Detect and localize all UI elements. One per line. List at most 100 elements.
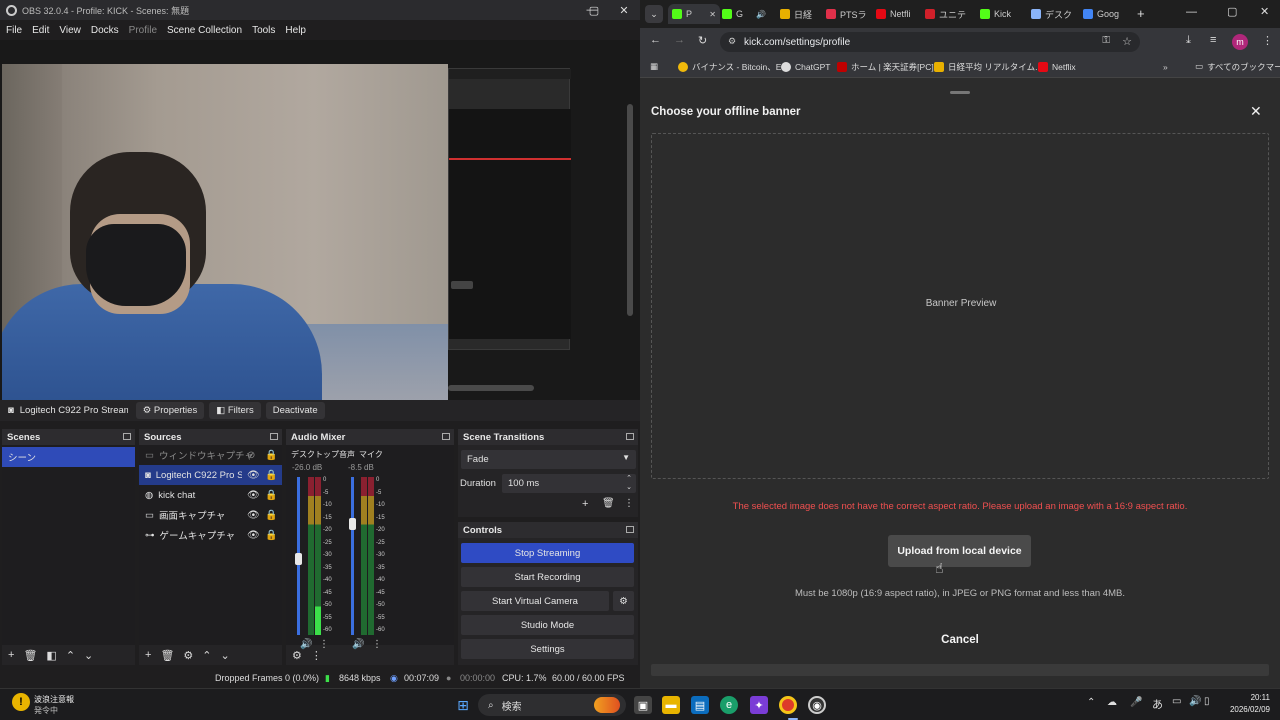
menu-scene-collection[interactable]: Scene Collection: [167, 25, 242, 36]
taskbar-search[interactable]: ⌕ 検索: [478, 694, 626, 716]
bookmark-binance[interactable]: バイナンス - Bitcoin、E...: [678, 61, 788, 73]
apps-grid-icon[interactable]: ▦: [650, 61, 658, 72]
preview-vscrollbar[interactable]: [627, 104, 633, 316]
trash-icon[interactable]: 🗑: [160, 649, 174, 662]
task-view-icon[interactable]: ▣: [634, 696, 652, 714]
eye-icon[interactable]: 👁: [247, 510, 260, 521]
eye-icon[interactable]: 👁: [247, 470, 260, 481]
weather-title[interactable]: 波浪注意報: [34, 694, 74, 705]
browser-tab[interactable]: 日経: [780, 4, 828, 24]
download-icon[interactable]: ⤓: [1186, 34, 1191, 47]
trash-icon[interactable]: 🗑: [602, 498, 615, 509]
new-tab-icon[interactable]: +: [1137, 6, 1145, 21]
kebab-menu-icon[interactable]: ⋮: [1262, 34, 1273, 47]
move-up-icon[interactable]: ⌃: [202, 649, 211, 662]
source-item[interactable]: ▭ ウィンドウキャプチャ ⊘ 🔒: [139, 445, 282, 465]
undock-icon[interactable]: [626, 433, 634, 440]
stepper-icon[interactable]: ⌃ ⌄: [626, 474, 632, 492]
lock-icon[interactable]: 🔒: [265, 470, 277, 481]
media-control-icon[interactable]: ≡: [1210, 34, 1216, 46]
more-bookmarks-icon[interactable]: »: [1163, 62, 1168, 72]
lock-icon[interactable]: 🔒: [265, 450, 277, 461]
eye-icon[interactable]: 👁: [247, 530, 260, 541]
chevron-up-icon[interactable]: ⌃: [1087, 697, 1095, 708]
menu-tools[interactable]: Tools: [252, 25, 275, 36]
gear-icon[interactable]: ⚙: [183, 649, 193, 662]
volume-icon[interactable]: 🔊: [1189, 696, 1201, 707]
undock-icon[interactable]: [442, 433, 450, 440]
battery-icon[interactable]: ▯: [1204, 696, 1210, 707]
mic-volume-slider[interactable]: [351, 477, 354, 635]
all-bookmarks[interactable]: ▭すべてのブックマーク: [1195, 61, 1280, 73]
browser-tab[interactable]: デスク: [1031, 4, 1079, 24]
kebab-menu-icon[interactable]: ⋮: [624, 498, 634, 509]
browser-tab[interactable]: ユニテ: [925, 4, 973, 24]
obs-icon[interactable]: ◉: [808, 696, 826, 714]
browser-tab[interactable]: Kick: [980, 4, 1028, 24]
tab-audio-icon[interactable]: 🔊: [756, 10, 766, 19]
source-item[interactable]: ◙Logitech C922 Pro Stre👁🔒: [139, 465, 282, 485]
close-icon[interactable]: ✕: [1250, 103, 1262, 120]
browser-tab[interactable]: Goog: [1083, 4, 1131, 24]
add-icon[interactable]: +: [145, 649, 151, 661]
menu-edit[interactable]: Edit: [32, 25, 49, 36]
edge-icon[interactable]: e: [720, 696, 738, 714]
mic-volume-knob[interactable]: [349, 518, 356, 530]
eye-icon[interactable]: 👁: [247, 490, 260, 501]
settings-button[interactable]: Settings: [461, 639, 634, 659]
tab-search-icon[interactable]: ⌄: [645, 5, 663, 23]
upload-button[interactable]: Upload from local device: [888, 535, 1031, 567]
banner-dropzone[interactable]: Banner Preview: [651, 133, 1269, 479]
transition-select[interactable]: Fade ▼: [461, 450, 636, 469]
scene-item[interactable]: シーン: [2, 447, 135, 467]
password-key-icon[interactable]: ⚿: [1102, 35, 1110, 46]
start-recording-button[interactable]: Start Recording: [461, 567, 634, 587]
kebab-menu-icon[interactable]: ⋮: [311, 649, 322, 662]
stop-streaming-button[interactable]: Stop Streaming: [461, 543, 634, 563]
source-item[interactable]: ◍ kick chat 👁 🔒: [139, 485, 282, 505]
lock-icon[interactable]: 🔒: [265, 490, 277, 501]
chrome-icon[interactable]: [779, 696, 797, 714]
windows-start-icon[interactable]: ⊞: [454, 696, 472, 714]
maximize-icon[interactable]: ▢: [1227, 5, 1237, 18]
bookmark-chatgpt[interactable]: ChatGPT: [781, 61, 830, 72]
weather-warning-icon[interactable]: !: [12, 693, 30, 711]
studio-mode-button[interactable]: Studio Mode: [461, 615, 634, 635]
lock-icon[interactable]: 🔒: [265, 510, 277, 521]
copilot-icon[interactable]: ✦: [750, 696, 768, 714]
drag-handle[interactable]: [950, 91, 970, 94]
undock-icon[interactable]: [270, 433, 278, 440]
start-virtual-camera-button[interactable]: Start Virtual Camera: [461, 591, 609, 611]
move-down-icon[interactable]: ⌄: [84, 649, 93, 662]
clock-date[interactable]: 2026/02/09: [1222, 705, 1270, 714]
duration-input[interactable]: 100 ms ⌃ ⌄: [502, 474, 636, 493]
menu-docks[interactable]: Docks: [91, 25, 119, 36]
profile-avatar[interactable]: m: [1232, 34, 1248, 50]
undock-icon[interactable]: [123, 433, 131, 440]
filter-icon[interactable]: ◧: [46, 649, 56, 662]
browser-tab[interactable]: Netfli: [876, 4, 924, 24]
gear-icon[interactable]: ⚙: [613, 591, 634, 611]
browser-tab[interactable]: G 🔊: [722, 4, 770, 24]
add-icon[interactable]: +: [8, 649, 14, 661]
source-item[interactable]: ⊶ ゲームキャプチャ 👁 🔒: [139, 525, 282, 545]
close-icon[interactable]: ✕: [610, 0, 638, 20]
site-info-icon[interactable]: ⚙: [728, 36, 736, 47]
browser-tab[interactable]: P ✕: [668, 4, 720, 24]
address-bar[interactable]: ⚙ kick.com/settings/profile ⚿ ☆: [720, 32, 1140, 52]
minimize-icon[interactable]: —: [1186, 6, 1197, 18]
store-icon[interactable]: ▤: [691, 696, 709, 714]
trash-icon[interactable]: 🗑: [23, 649, 37, 662]
source-item[interactable]: ▭ 画面キャプチャ 👁 🔒: [139, 505, 282, 525]
tab-close-icon[interactable]: ✕: [709, 10, 716, 19]
bookmark-rakuten[interactable]: ホーム | 楽天証券[PC]: [837, 61, 934, 73]
undock-icon[interactable]: [626, 526, 634, 533]
browser-tab[interactable]: PTSラ: [826, 4, 874, 24]
menu-view[interactable]: View: [59, 25, 81, 36]
bookmark-nikkei[interactable]: 日経平均 リアルタイム...: [934, 61, 1042, 73]
menu-file[interactable]: File: [6, 25, 22, 36]
bookmark-star-icon[interactable]: ☆: [1122, 35, 1132, 48]
clock-time[interactable]: 20:11: [1230, 693, 1270, 702]
deactivate-button[interactable]: Deactivate: [265, 402, 325, 419]
advanced-audio-icon[interactable]: ⚙: [292, 649, 302, 662]
